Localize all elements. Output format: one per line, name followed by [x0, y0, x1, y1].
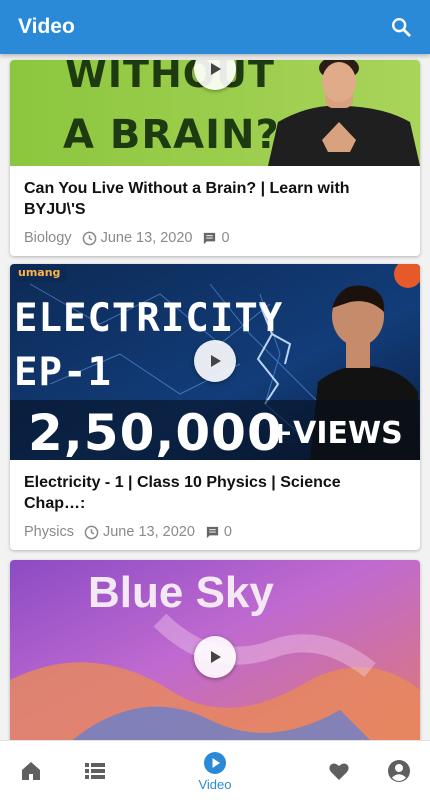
video-card-body: Can You Live Without a Brain? | Learn wi… [10, 166, 420, 256]
account-icon [388, 760, 410, 782]
play-icon [211, 651, 221, 663]
video-date-wrap: June 13, 2020 [84, 524, 195, 540]
video-card-body: Electricity - 1 | Class 10 Physics | Sci… [10, 460, 420, 550]
video-meta: Physics June 13, 2020 0 [24, 524, 406, 540]
video-thumbnail[interactable]: WITHOUT A BRAIN? [10, 60, 420, 166]
nav-video-label: Video [198, 776, 232, 792]
video-thumbnail[interactable]: umang ELECTRICITY EP-1 2,50,000 +VIEWS [10, 264, 420, 460]
video-meta: Biology June 13, 2020 0 [24, 230, 406, 246]
video-feed[interactable]: WITHOUT A BRAIN? Can You Live Without a … [0, 54, 430, 740]
clock-icon [84, 525, 99, 539]
nav-video[interactable]: Video [190, 741, 240, 800]
thumbnail-text-line2: A BRAIN? [63, 112, 280, 158]
comment-icon [206, 526, 219, 538]
video-comment-count: 0 [223, 524, 232, 540]
video-thumbnail[interactable]: Blue Sky [10, 560, 420, 740]
nav-account[interactable] [382, 741, 416, 800]
video-comments-wrap[interactable]: 0 [205, 524, 232, 540]
nav-list[interactable] [78, 741, 112, 800]
nav-favorites[interactable] [322, 741, 356, 800]
thumbnail-text-line4: +VIEWS [268, 416, 403, 451]
page-title: Video [18, 15, 75, 38]
home-icon [22, 762, 40, 780]
play-icon [211, 355, 221, 367]
play-button[interactable] [194, 340, 236, 382]
play-circle-icon [204, 751, 226, 774]
bottom-navigation: Video [0, 740, 430, 800]
video-card[interactable]: WITHOUT A BRAIN? Can You Live Without a … [10, 60, 420, 256]
comment-icon [204, 232, 216, 244]
search-button[interactable] [388, 14, 414, 40]
video-date: June 13, 2020 [102, 524, 195, 540]
list-icon [85, 763, 105, 779]
clock-icon [82, 231, 96, 245]
video-card[interactable]: Blue Sky [10, 560, 420, 740]
search-icon [392, 18, 411, 37]
nav-home[interactable] [14, 741, 48, 800]
thumbnail-text-line2: EP-1 [14, 350, 112, 395]
thumbnail-text-line3: 2,50,000 [28, 404, 283, 460]
app-bar: Video [0, 0, 430, 54]
video-title[interactable]: Electricity - 1 | Class 10 Physics | Sci… [24, 472, 406, 514]
video-category[interactable]: Biology [24, 230, 72, 246]
thumbnail-text-line1: ELECTRICITY [14, 296, 284, 341]
video-comment-count: 0 [221, 230, 230, 246]
play-icon [211, 63, 221, 75]
thumbnail-text-line1: Blue Sky [88, 568, 274, 617]
video-category[interactable]: Physics [24, 524, 74, 540]
thumbnail-text-line1: WITHOUT [65, 60, 275, 96]
thumbnail-brand: umang [18, 266, 61, 279]
play-button[interactable] [194, 636, 236, 678]
video-card[interactable]: umang ELECTRICITY EP-1 2,50,000 +VIEWS E… [10, 264, 420, 550]
heart-icon [329, 763, 349, 780]
video-date-wrap: June 13, 2020 [82, 230, 193, 246]
video-title[interactable]: Can You Live Without a Brain? | Learn wi… [24, 178, 406, 220]
video-comments-wrap[interactable]: 0 [202, 230, 230, 246]
video-date: June 13, 2020 [100, 230, 193, 246]
